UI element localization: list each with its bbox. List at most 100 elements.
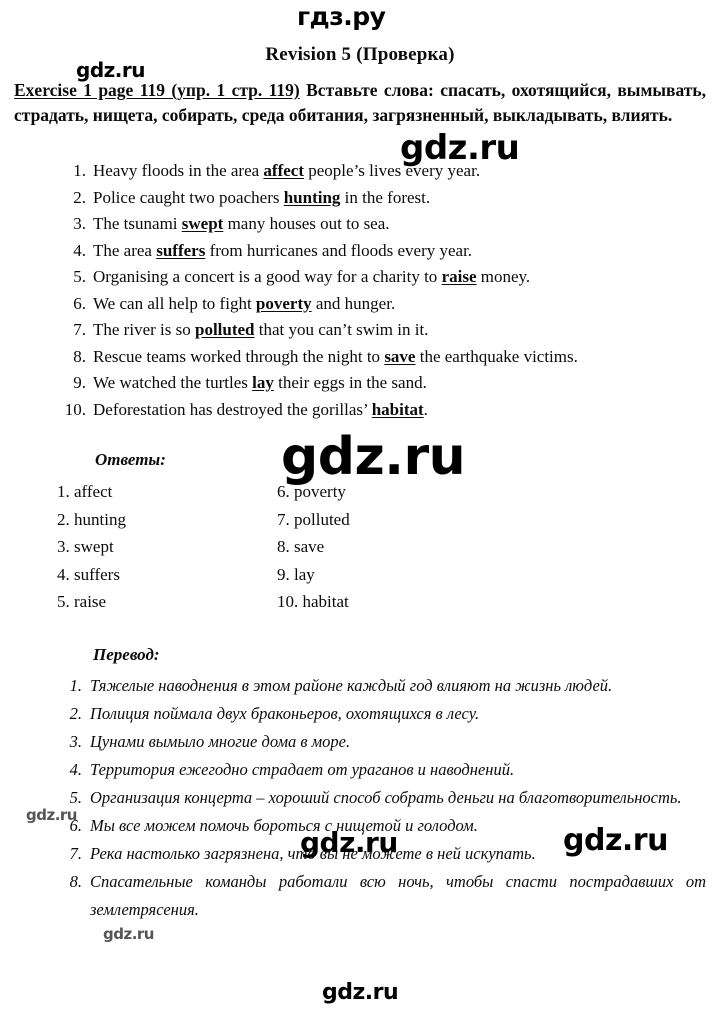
sentence-before: We can all help to fight [93, 293, 256, 313]
sentence-answer-word: poverty [255, 293, 312, 313]
answer-item: 8. save [277, 537, 325, 556]
answer-item: 10. habitat [277, 592, 349, 611]
sentence-before: Deforestation has destroyed the gorillas… [93, 399, 372, 419]
answer-item: 4. suffers [57, 564, 120, 584]
sentence-number: 8. [73, 346, 86, 366]
answers-column-right: 6. poverty 7. polluted 8. save 9. lay 10. ha… [277, 478, 537, 616]
watermark-bottom: gdz.ru [322, 980, 399, 1005]
sentence-row: 1. Heavy floods in the area affect people… [58, 158, 708, 185]
watermark-item5: gdz.ru [26, 806, 77, 824]
sentence-text: Police caught two poachers hunting in th… [93, 185, 708, 212]
sentence-number: 1. [73, 161, 86, 180]
sentence-answer-word: habitat [371, 399, 424, 419]
sentence-number: 7. [73, 320, 86, 339]
translation-number: 2. [69, 704, 82, 723]
answer-item: 7. polluted [277, 509, 350, 529]
translation-text: Полиция поймала двух браконьеров, охотящ… [90, 704, 480, 723]
translation-number: 8. [69, 872, 82, 891]
translation-number: 1. [69, 676, 82, 695]
sentence-number: 3. [73, 214, 86, 233]
sentence-after: that you can’t swim in it. [254, 320, 429, 339]
watermark-center: gdz.ru [281, 427, 466, 487]
sentence-row: 10. Deforestation has destroyed the goril… [58, 397, 708, 424]
sentence-answer-word: save [384, 346, 416, 366]
translation-number: 7. [69, 844, 82, 863]
sentence-answer-word: suffers [156, 240, 206, 260]
answer-item: 3. swept [57, 537, 114, 556]
sentence-answer-word: swept [181, 214, 224, 233]
sentence-number: 5. [73, 267, 86, 286]
translation-number: 4. [69, 760, 82, 779]
exercise-reference: Exercise 1 page 119 (упр. 1 стр. 119) [14, 80, 300, 100]
sentence-row: 6. We can all help to fight poverty and h… [58, 291, 708, 318]
sentence-text: Deforestation has destroyed the gorillas… [93, 397, 708, 424]
sentence-after: money. [476, 267, 531, 286]
sentence-list: 1. Heavy floods in the area affect people… [58, 158, 708, 423]
sentence-row: 2. Police caught two poachers hunting in … [58, 185, 708, 212]
watermark-top: гдз.ру [297, 2, 386, 31]
translation-heading: Перевод: [93, 645, 160, 664]
watermark-exercise: gdz.ru [76, 58, 145, 82]
sentence-answer-word: lay [252, 373, 274, 392]
sentence-after: in the forest. [340, 187, 431, 207]
sentence-text: We watched the turtles lay their eggs in… [93, 370, 708, 397]
translation-text: Территория ежегодно страдает от ураганов… [90, 760, 515, 779]
translation-text: Тяжелые наводнения в этом районе каждый … [90, 676, 613, 695]
sentence-text: The area suffers from hurricanes and flo… [93, 238, 708, 265]
sentence-number: 10. [64, 399, 86, 419]
translation-row: 8. Спасательные команды работали всю ночь… [56, 868, 706, 924]
answers-heading: Ответы: [95, 450, 166, 469]
sentence-number: 2. [73, 187, 86, 207]
sentence-answer-word: polluted [194, 320, 255, 339]
translation-text: Спасательные команды работали всю ночь, … [90, 872, 706, 919]
sentence-text: The river is so polluted that you can’t … [93, 317, 708, 344]
watermark-mid-left: gdz.ru [300, 826, 398, 859]
translation-row: 1. Тяжелые наводнения в этом районе кажды… [56, 672, 706, 700]
sentence-text: Organising a concert is a good way for a… [93, 264, 708, 291]
sentence-before: We watched the turtles [93, 373, 253, 392]
answer-item: 5. raise [57, 592, 107, 611]
sentence-row: 5. Organising a concert is a good way for… [58, 264, 708, 291]
translation-number: 3. [69, 732, 82, 751]
sentence-row: 9. We watched the turtles lay their eggs … [58, 370, 708, 397]
sentence-before: Organising a concert is a good way for a… [93, 267, 442, 286]
sentence-answer-word: hunting [283, 187, 341, 207]
sentence-answer-word: affect [263, 161, 304, 180]
exercise-instruction: Exercise 1 page 119 (упр. 1 стр. 119) Вс… [14, 78, 706, 128]
sentence-before: Police caught two poachers [93, 187, 284, 207]
sentence-text: The tsunami swept many houses out to sea… [93, 211, 708, 238]
answers-block: 1. affect 2. hunting 3. swept 4. suffers 5. … [57, 478, 557, 616]
watermark-mid-right: gdz.ru [563, 823, 668, 858]
sentence-before: The area [93, 240, 157, 260]
answer-item: 9. lay [277, 564, 315, 584]
sentence-before: Heavy floods in the area [93, 161, 264, 180]
document-page: Revision 5 (Проверка) Exercise 1 page 11… [0, 0, 720, 1013]
answer-item: 1. affect [57, 482, 113, 501]
translation-row: 5. Организация концерта – хороший способ … [56, 784, 706, 812]
sentence-before: Rescue teams worked through the night to [93, 346, 385, 366]
sentence-text: Rescue teams worked through the night to… [93, 344, 708, 371]
sentence-after: the earthquake victims. [415, 346, 578, 366]
sentence-row: 7. The river is so polluted that you can’… [58, 317, 708, 344]
sentence-number: 4. [73, 240, 86, 260]
translation-text: Организация концерта – хороший способ со… [90, 788, 682, 807]
translation-row: 2. Полиция поймала двух браконьеров, охот… [56, 700, 706, 728]
watermark-line1: gdz.ru [400, 128, 520, 168]
sentence-number: 6. [73, 293, 86, 313]
sentence-number: 9. [73, 373, 86, 392]
watermark-item8: gdz.ru [103, 925, 154, 943]
translation-text: Цунами вымыло многие дома в море. [90, 732, 351, 751]
sentence-after: and hunger. [311, 293, 396, 313]
answer-item: 2. hunting [57, 509, 126, 529]
sentence-after: from hurricanes and floods every year. [205, 240, 473, 260]
sentence-after: their eggs in the sand. [273, 373, 427, 392]
sentence-row: 4. The area suffers from hurricanes and f… [58, 238, 708, 265]
answers-column-left: 1. affect 2. hunting 3. swept 4. suffers 5. … [57, 478, 247, 616]
sentence-row: 3. The tsunami swept many houses out to s… [58, 211, 708, 238]
sentence-row: 8. Rescue teams worked through the night … [58, 344, 708, 371]
translation-list: 1. Тяжелые наводнения в этом районе кажды… [56, 672, 706, 924]
translation-row: 4. Территория ежегодно страдает от ураган… [56, 756, 706, 784]
sentence-text: We can all help to fight poverty and hun… [93, 291, 708, 318]
sentence-answer-word: raise [441, 267, 477, 286]
sentence-before: The river is so [93, 320, 195, 339]
